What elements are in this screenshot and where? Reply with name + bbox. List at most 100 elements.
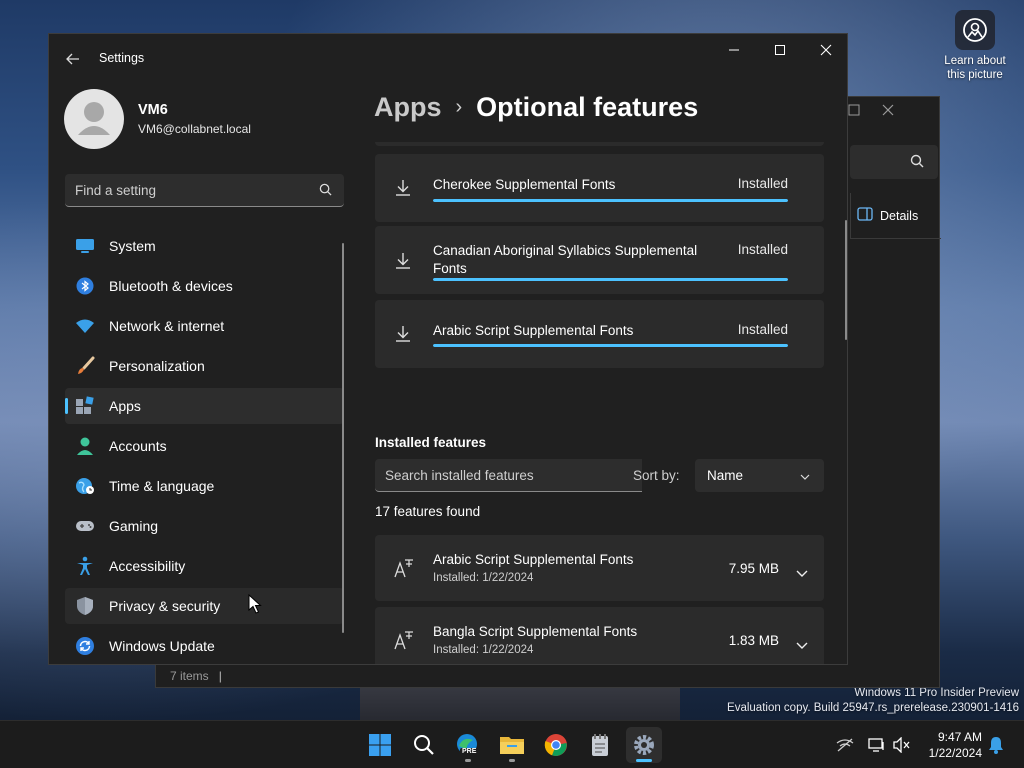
breadcrumb: Apps › Optional features	[374, 92, 698, 123]
notepad-app[interactable]	[582, 727, 618, 763]
avatar	[64, 89, 124, 149]
search-icon	[319, 183, 332, 201]
back-button[interactable]	[63, 49, 83, 69]
download-status: Installed	[737, 176, 788, 191]
sidebar-item-label: Bluetooth & devices	[109, 278, 233, 294]
user-email: VM6@collabnet.local	[138, 122, 251, 136]
download-card-arabic: Arabic Script Supplemental Fonts Install…	[375, 300, 824, 368]
update-icon	[75, 636, 95, 656]
page-title: Optional features	[476, 92, 699, 122]
volume-muted-icon[interactable]	[892, 735, 912, 755]
chevron-down-icon[interactable]	[796, 636, 808, 654]
search-installed-input[interactable]	[375, 459, 635, 491]
globe-icon	[75, 476, 95, 496]
download-progress	[433, 278, 788, 281]
close-icon	[820, 44, 832, 56]
content-scrollbar[interactable]	[845, 220, 847, 340]
system-icon	[75, 236, 95, 256]
sidebar-item-privacy-security[interactable]: Privacy & security	[65, 588, 344, 624]
details-button[interactable]: Details	[850, 193, 941, 239]
bluetooth-icon	[75, 276, 95, 296]
notepad-icon	[592, 734, 608, 756]
sidebar-item-apps[interactable]: Apps	[65, 388, 344, 424]
download-progress-fill	[433, 344, 788, 347]
search-icon	[414, 735, 434, 755]
sort-by-value: Name	[707, 468, 744, 483]
download-card-cherokee: Cherokee Supplemental Fonts Installed	[375, 154, 824, 222]
download-icon	[393, 178, 413, 203]
maximize-button[interactable]	[757, 34, 803, 66]
sidebar-scrollbar[interactable]	[342, 243, 344, 633]
running-indicator	[465, 759, 471, 762]
clock-date: 1/22/2024	[928, 746, 982, 760]
feature-size: 1.83 MB	[728, 633, 779, 648]
sort-by-dropdown[interactable]: Name	[695, 459, 824, 492]
sidebar-item-label: Accessibility	[109, 558, 186, 574]
installed-feature-row[interactable]: Bangla Script Supplemental Fonts Install…	[375, 607, 824, 664]
search-icon	[910, 154, 924, 173]
folder-icon	[500, 737, 524, 754]
download-progress	[433, 344, 788, 347]
brush-icon	[75, 356, 95, 376]
item-count: 7 items	[170, 669, 209, 683]
download-progress	[433, 199, 788, 202]
settings-window[interactable]: Settings VM6 VM6@collabnet.local System …	[48, 33, 848, 665]
find-setting-input[interactable]	[65, 174, 305, 206]
download-icon	[393, 324, 413, 349]
sidebar-item-accounts[interactable]: Accounts	[65, 428, 344, 464]
feature-name: Bangla Script Supplemental Fonts	[433, 624, 638, 639]
sidebar-item-accessibility[interactable]: Accessibility	[65, 548, 344, 584]
sidebar-item-label: Accounts	[109, 438, 167, 454]
find-setting-box[interactable]	[65, 174, 344, 207]
close-icon[interactable]	[882, 103, 894, 121]
start-button[interactable]	[362, 727, 398, 763]
title-bar[interactable]: Settings	[49, 34, 847, 82]
arrow-left-icon	[66, 53, 79, 65]
chrome-icon	[544, 734, 567, 756]
clock[interactable]: 9:47 AM 1/22/2024	[920, 729, 982, 761]
sidebar-item-label: Apps	[109, 398, 141, 414]
chrome-app[interactable]	[538, 727, 574, 763]
sort-by-label: Sort by:	[633, 468, 680, 483]
notification-bell-icon[interactable]	[986, 735, 1006, 755]
taskbar: PRE 9:47 AM 1/22/2024	[0, 720, 1024, 768]
search-button[interactable]	[406, 727, 442, 763]
active-indicator	[636, 759, 652, 762]
edge-preview-app[interactable]: PRE	[450, 727, 486, 763]
breadcrumb-apps-link[interactable]: Apps	[374, 92, 442, 123]
sidebar-item-bluetooth-devices[interactable]: Bluetooth & devices	[65, 268, 344, 304]
file-explorer-app[interactable]	[494, 727, 530, 763]
download-status: Installed	[737, 242, 788, 257]
sidebar-item-network-internet[interactable]: Network & internet	[65, 308, 344, 344]
sidebar-item-time-language[interactable]: Time & language	[65, 468, 344, 504]
installed-feature-row[interactable]: Arabic Script Supplemental Fonts Install…	[375, 535, 824, 601]
sidebar-item-windows-update[interactable]: Windows Update	[65, 628, 344, 664]
download-icon	[393, 251, 413, 276]
settings-app[interactable]	[626, 727, 662, 763]
background-status-bar: 7 items |	[170, 669, 222, 683]
chevron-right-icon: ›	[455, 96, 463, 118]
close-button[interactable]	[803, 34, 847, 66]
network-disconnected-icon[interactable]	[835, 735, 855, 755]
sidebar-item-personalization[interactable]: Personalization	[65, 348, 344, 384]
status-separator: |	[218, 669, 222, 683]
watermark-line-1: Windows 11 Pro Insider Preview	[854, 687, 1019, 699]
user-profile[interactable]: VM6 VM6@collabnet.local	[64, 89, 251, 149]
apps-icon	[75, 396, 95, 416]
maximize-icon	[775, 45, 785, 55]
download-name: Canadian Aboriginal Syllabics Supplement…	[433, 243, 698, 276]
background-search-box[interactable]	[850, 145, 938, 179]
maximize-icon[interactable]	[848, 103, 860, 121]
sidebar-item-gaming[interactable]: Gaming	[65, 508, 344, 544]
display-icon[interactable]	[867, 735, 887, 755]
download-name: Arabic Script Supplemental Fonts	[433, 323, 634, 338]
chevron-down-icon[interactable]	[796, 564, 808, 582]
background-window-controls	[848, 103, 894, 121]
minimize-button[interactable]	[711, 34, 757, 66]
shield-icon	[75, 596, 95, 616]
search-installed-box[interactable]	[375, 459, 642, 492]
download-progress-fill	[433, 199, 788, 202]
sidebar-item-system[interactable]: System	[65, 228, 344, 264]
user-name: VM6	[138, 102, 168, 118]
learn-about-picture-widget[interactable]: Learn about this picture	[938, 10, 1012, 82]
